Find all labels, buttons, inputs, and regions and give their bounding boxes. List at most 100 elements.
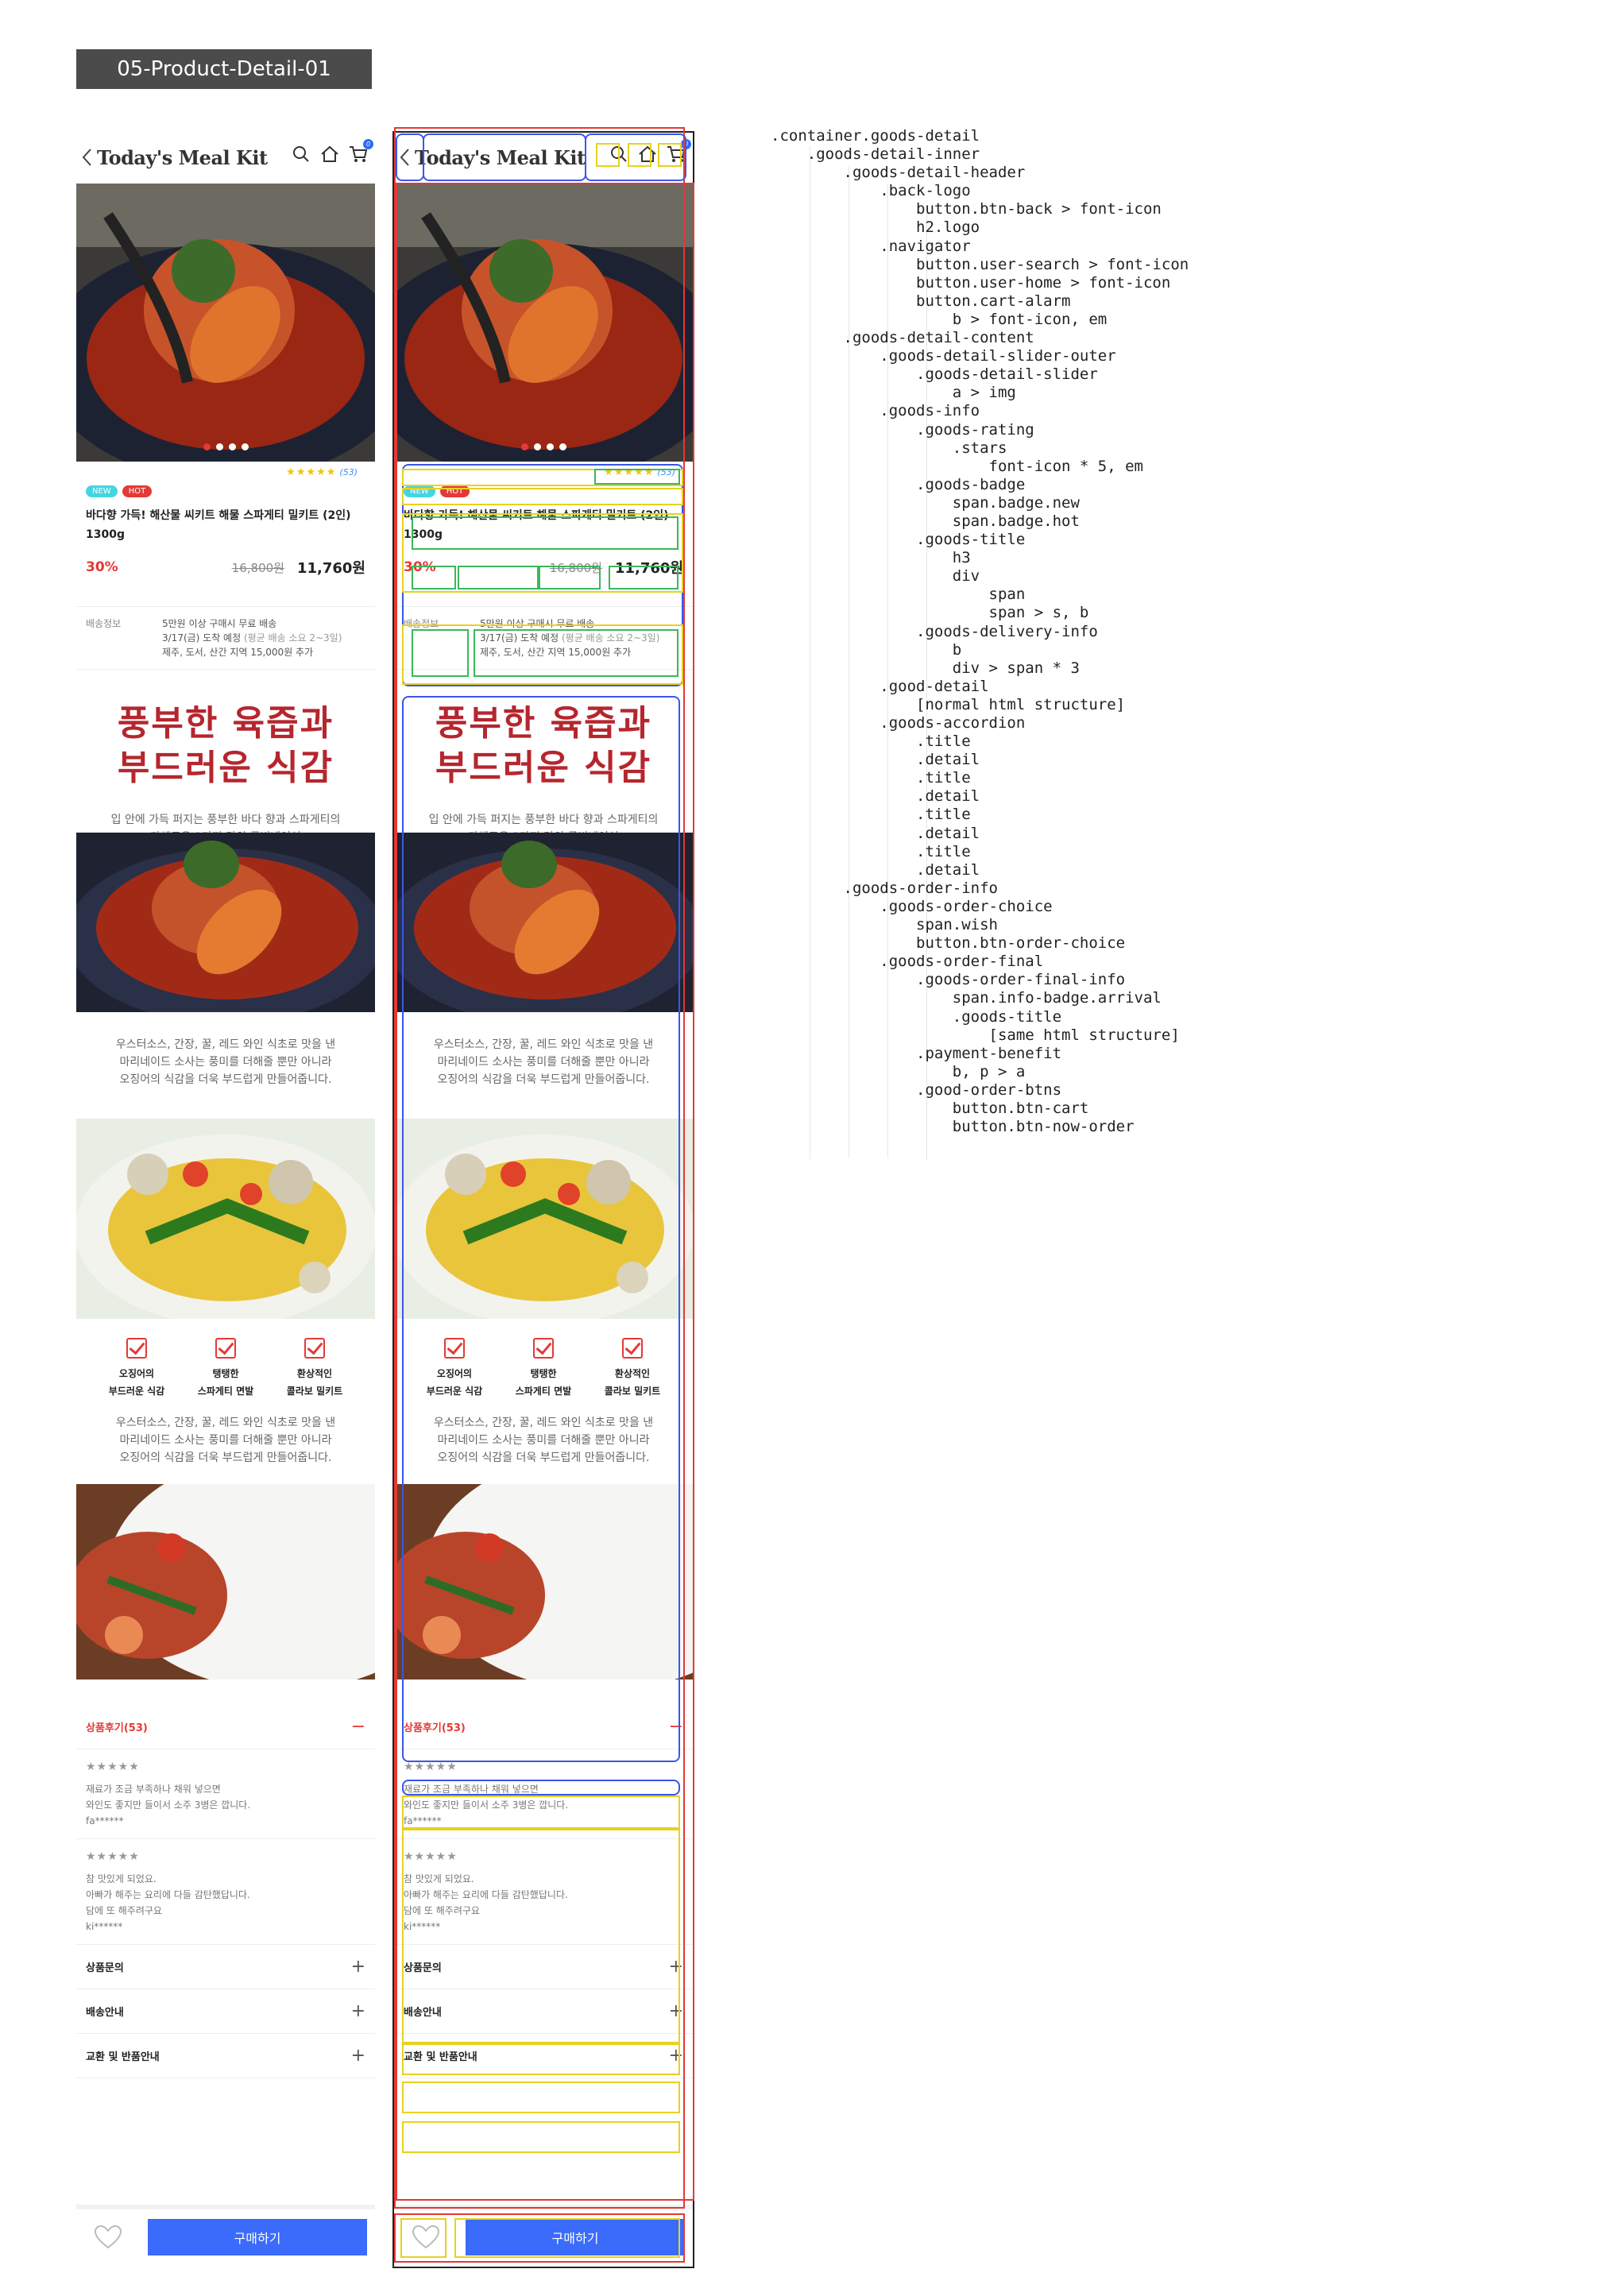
accordion-title-shipping[interactable]: 배송안내 + xyxy=(394,1989,693,2034)
tree-row: button.btn-cart xyxy=(771,1099,1089,1117)
tree-row: b > font-icon, em xyxy=(771,310,1108,328)
accordion-title: 상품후기(53) xyxy=(86,1722,148,1734)
rating-stars: ★★★★★ xyxy=(286,466,337,478)
accordion-title-reviews[interactable]: 상품후기(53) − xyxy=(394,1705,693,1749)
review-item: ★★★★★ 참 맛있게 되었요. 아빠가 해주는 요리에 다들 감탄했답니다. … xyxy=(394,1839,693,1945)
back-button[interactable] xyxy=(394,141,415,173)
feature-check: 환상적인 콜라보 밀키트 xyxy=(271,1338,358,1403)
slider-dot[interactable] xyxy=(203,443,211,450)
seafood-pasta-image xyxy=(394,184,693,462)
tree-row: span.wish xyxy=(771,916,998,934)
slider-dot[interactable] xyxy=(215,443,223,450)
accordion-title-shipping[interactable]: 배송안내 + xyxy=(76,1989,375,2034)
wish-button[interactable] xyxy=(84,2217,132,2257)
slider-dot[interactable] xyxy=(228,443,236,450)
goods-delivery-info: 배송정보 5만원 이상 구매시 무료 배송 3/17(금) 도착 예정 (평균 … xyxy=(394,606,693,670)
feature-checks: 오징어의 부드러운 식감 탱탱한 스파게티 면발 환상적인 콜라보 밀키트 xyxy=(76,1319,375,1403)
original-price: 16,800원 xyxy=(231,560,284,575)
check-icon xyxy=(622,1338,643,1359)
accordion-title-returns[interactable]: 교환 및 반품안내 + xyxy=(76,2034,375,2078)
tree-row: .stars xyxy=(771,439,1007,457)
cart-button[interactable]: 0 xyxy=(666,139,691,166)
feature-check: 환상적인 콜라보 밀키트 xyxy=(589,1338,676,1403)
review-stars: ★★★★★ xyxy=(404,1850,458,1863)
accordion-title-qna[interactable]: 상품문의 + xyxy=(76,1945,375,1989)
acc-title-outline xyxy=(402,2121,680,2153)
accordion-title: 교환 및 반품안내 xyxy=(86,2051,160,2063)
slider-dot[interactable] xyxy=(546,443,554,450)
slider-dot[interactable] xyxy=(533,443,541,450)
tree-row: .goods-delivery-info xyxy=(771,622,1098,640)
badge-hot: HOT xyxy=(439,485,470,497)
review-stars: ★★★★★ xyxy=(86,1761,140,1773)
goods-detail-slider[interactable] xyxy=(394,184,693,462)
review-text: 참 맛있게 되었요. xyxy=(404,1873,474,1884)
original-price: 16,800원 xyxy=(549,560,602,575)
clam-pasta-image xyxy=(394,1119,693,1319)
feature-checks: 오징어의 부드러운 식감 탱탱한 스파게티 면발 환상적인 콜라보 밀키트 xyxy=(394,1319,693,1403)
review-user: fa****** xyxy=(404,1815,442,1826)
headline-line: 풍부한 육즙과 xyxy=(435,703,652,744)
goods-detail-slider[interactable] xyxy=(76,184,375,462)
delivery-line: 3/17(금) 도착 예정 xyxy=(162,632,242,644)
accordion-title-returns[interactable]: 교환 및 반품안내 + xyxy=(394,2034,693,2078)
feature-label: 탱탱한 xyxy=(212,1368,239,1379)
headline-sub: 입 안에 가득 퍼지는 풍부한 바다 향과 스파게티의 xyxy=(110,814,341,826)
accordion-title-qna[interactable]: 상품문의 + xyxy=(394,1945,693,1989)
detail-desc: 우스터소스, 간장, 꿀, 레드 와인 식초로 맛을 낸 마리네이드 소사는 풍… xyxy=(394,1012,693,1119)
feature-check: 탱탱한스파게티 면발 xyxy=(182,1338,269,1403)
tree-row: h3 xyxy=(771,549,971,567)
accordion-title-reviews[interactable]: 상품후기(53) − xyxy=(76,1705,375,1749)
plus-icon: + xyxy=(668,1957,683,1977)
review-item: ★★★★★ 재료가 조금 부족하나 채워 넣으면 와인도 좋지만 들이서 소주 … xyxy=(76,1749,375,1839)
home-button[interactable] xyxy=(637,142,658,166)
goods-title: 바다향 가득! 해산물 씨키트 해물 스파게티 밀키트 (2인) 1300g xyxy=(404,509,669,541)
tree-row: .detail xyxy=(771,824,980,842)
search-button[interactable] xyxy=(291,142,311,166)
tree-row: span.badge.hot xyxy=(771,512,1080,530)
review-item: ★★★★★ 참 맛있게 되었요. 아빠가 해주는 요리에 다들 감탄했답니다. … xyxy=(76,1839,375,1945)
order-button[interactable]: 구매하기 xyxy=(148,2219,367,2255)
detail-image-3 xyxy=(76,1484,375,1679)
slider-dots xyxy=(76,443,375,450)
desc-line: 오징어의 식감을 더욱 부드럽게 만들어줍니다. xyxy=(437,1073,650,1086)
logo[interactable]: Today's Meal Kit xyxy=(415,146,586,169)
tree-row: .goods-detail-content xyxy=(771,329,1034,347)
tree-row: div > span * 3 xyxy=(771,659,1080,677)
tree-row: .goods-order-choice xyxy=(771,897,1053,915)
review-text: 재료가 조금 부족하나 채워 넣으면 xyxy=(404,1784,539,1795)
back-button[interactable] xyxy=(76,141,97,173)
cart-count-badge: 0 xyxy=(363,139,373,149)
logo[interactable]: Today's Meal Kit xyxy=(97,146,268,169)
sheet-title: 05-Product-Detail-01 xyxy=(76,49,372,89)
tree-row: .payment-benefit xyxy=(771,1044,1062,1062)
detail-headline: 풍부한 육즙과 부드러운 식감 입 안에 가득 퍼지는 풍부한 바다 향과 스파… xyxy=(76,670,375,844)
goods-order-info: 구매하기 xyxy=(394,2205,693,2265)
accordion-title: 교환 및 반품안내 xyxy=(404,2051,477,2063)
tree-row: .title xyxy=(771,806,971,824)
detail-desc: 우스터소스, 간장, 꿀, 레드 와인 식초로 맛을 낸 마리네이드 소사는 풍… xyxy=(394,1403,693,1484)
slider-dot[interactable] xyxy=(520,443,528,450)
tree-row: .detail xyxy=(771,787,980,806)
feature-label: 콜라보 밀키트 xyxy=(286,1386,343,1397)
slider-dot[interactable] xyxy=(241,443,249,450)
wish-button[interactable] xyxy=(402,2217,450,2257)
tree-row: span > s, b xyxy=(771,604,1089,622)
order-button[interactable]: 구매하기 xyxy=(466,2219,685,2255)
home-button[interactable] xyxy=(319,142,340,166)
accordion-title: 상품문의 xyxy=(86,1962,124,1974)
minus-icon: − xyxy=(668,1717,683,1737)
tree-row: .back-logo xyxy=(771,182,971,200)
slider-dot[interactable] xyxy=(559,443,566,450)
discount-rate: 30% xyxy=(404,559,436,575)
tree-row: .good-order-btns xyxy=(771,1080,1062,1099)
feature-label: 콜라보 밀키트 xyxy=(604,1386,661,1397)
tree-row: .goods-detail-slider-outer xyxy=(771,347,1116,365)
review-stars: ★★★★★ xyxy=(86,1850,140,1863)
detail-image-3 xyxy=(394,1484,693,1679)
headline-line: 풍부한 육즙과 xyxy=(117,703,334,744)
feature-label: 스파게티 면발 xyxy=(197,1386,254,1397)
check-icon xyxy=(444,1338,465,1359)
cart-button[interactable]: 0 xyxy=(348,139,373,166)
search-button[interactable] xyxy=(609,142,629,166)
